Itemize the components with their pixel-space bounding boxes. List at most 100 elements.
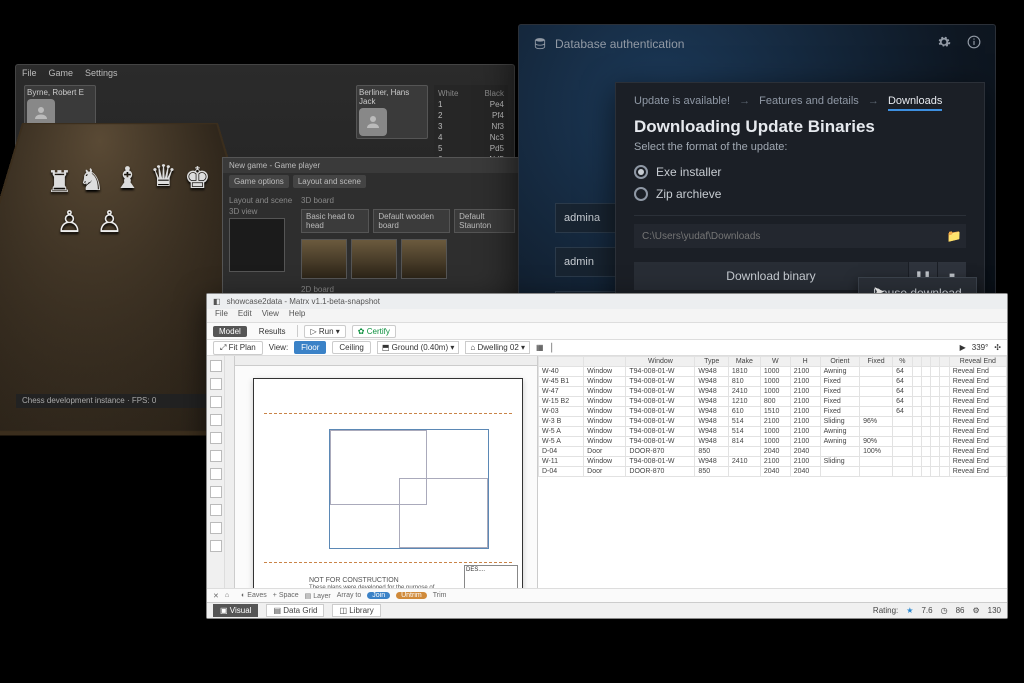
grid-cell[interactable]: 800 <box>760 397 790 407</box>
floor-plan[interactable] <box>329 429 489 549</box>
grid-cell[interactable]: W948 <box>695 407 728 417</box>
tool-wall[interactable] <box>210 414 222 426</box>
grid-cell[interactable]: 96% <box>860 417 893 427</box>
tab-results[interactable]: Results <box>253 326 292 337</box>
grid-cell[interactable]: 2040 <box>760 447 790 457</box>
fit-plan-button[interactable]: ⤢ Fit Plan <box>213 341 263 355</box>
grid-cell[interactable] <box>940 427 949 437</box>
bc-step-1[interactable]: Update is available! <box>634 95 730 107</box>
table-row[interactable]: W-03WindowT94-008-01-WW94861015102100Fix… <box>539 407 1007 417</box>
tool-window[interactable] <box>210 450 222 462</box>
grid-cell[interactable]: 64 <box>893 397 913 407</box>
grid-cell[interactable] <box>931 467 940 477</box>
grid-cell[interactable]: Sliding <box>820 457 860 467</box>
tool-dimension[interactable] <box>210 468 222 480</box>
grid-cell[interactable]: 1210 <box>728 397 760 407</box>
tab-layout-scene[interactable]: Layout and scene <box>293 175 366 188</box>
table-row[interactable]: W-47WindowT94-008-01-WW948241010002100Fi… <box>539 387 1007 397</box>
grid-header[interactable]: Fixed <box>860 357 893 367</box>
grid-cell[interactable]: T94-008-01-W <box>626 437 695 447</box>
view-ceiling[interactable]: Ceiling <box>332 341 370 354</box>
grid-cell[interactable]: Fixed <box>820 407 860 417</box>
grid-cell[interactable]: 810 <box>728 377 760 387</box>
grid-cell[interactable] <box>860 397 893 407</box>
table-row[interactable]: W-45 B1WindowT94-008-01-WW94881010002100… <box>539 377 1007 387</box>
grid-cell[interactable]: Awning <box>820 367 860 377</box>
grid-cell[interactable]: 610 <box>728 407 760 417</box>
tab-game-options[interactable]: Game options <box>229 175 289 188</box>
grid-cell[interactable]: DOOR-870 <box>626 447 695 457</box>
grid-cell[interactable]: 2100 <box>790 427 820 437</box>
grid-cell[interactable]: Reveal End <box>949 367 1006 377</box>
grid-cell[interactable] <box>912 387 921 397</box>
table-row[interactable]: D-04DoorDOOR-87085020402040100%Reveal En… <box>539 447 1007 457</box>
snap-icon[interactable]: │ <box>550 343 555 352</box>
grid-cell[interactable]: 64 <box>893 367 913 377</box>
grid-cell[interactable]: DOOR-870 <box>626 467 695 477</box>
grid-cell[interactable] <box>921 367 930 377</box>
view-floor[interactable]: Floor <box>294 341 326 354</box>
table-row[interactable]: W-11WindowT94-008-01-WW948241021002100Sl… <box>539 457 1007 467</box>
grid-cell[interactable] <box>940 417 949 427</box>
grid-cell[interactable]: 2100 <box>790 457 820 467</box>
grid-cell[interactable]: Fixed <box>820 377 860 387</box>
grid-cell[interactable] <box>940 467 949 477</box>
ctx-home-icon[interactable]: ⌂ <box>225 592 229 599</box>
grid-cell[interactable] <box>931 417 940 427</box>
grid-cell[interactable]: T94-008-01-W <box>626 427 695 437</box>
grid-cell[interactable]: 2410 <box>728 457 760 467</box>
grid-cell[interactable]: 850 <box>695 447 728 457</box>
move-row[interactable]: 3Nf3 <box>438 122 504 131</box>
grid-cell[interactable]: 1000 <box>760 437 790 447</box>
drawing-sheet[interactable]: NOT FOR CONSTRUCTION These plans were de… <box>253 378 523 588</box>
grid-cell[interactable] <box>940 447 949 457</box>
menu-game[interactable]: Game <box>49 68 74 78</box>
status-tab-library[interactable]: ◫ Library <box>332 604 380 617</box>
grid-cell[interactable]: 2410 <box>728 387 760 397</box>
board-thumb[interactable] <box>351 239 397 279</box>
grid-cell[interactable]: 850 <box>695 467 728 477</box>
grid-cell[interactable]: Door <box>584 447 626 457</box>
grid-cell[interactable]: Awning <box>820 437 860 447</box>
grid-cell[interactable] <box>921 467 930 477</box>
preset-dropdown[interactable]: Default Staunton <box>454 209 515 233</box>
layout-thumb[interactable] <box>229 218 285 272</box>
grid-header[interactable]: Window <box>626 357 695 367</box>
grid-cell[interactable]: Fixed <box>820 397 860 407</box>
grid-cell[interactable] <box>912 427 921 437</box>
grid-cell[interactable]: 64 <box>893 377 913 387</box>
grid-cell[interactable]: T94-008-01-W <box>626 377 695 387</box>
certify-button[interactable]: ✿ Certify <box>352 325 396 338</box>
data-grid[interactable]: WindowTypeMakeWHOrientFixed%Reveal End W… <box>537 356 1007 588</box>
tool-line[interactable] <box>210 378 222 390</box>
grid-cell[interactable] <box>931 447 940 457</box>
grid-cell[interactable] <box>940 407 949 417</box>
level-dropdown[interactable]: ⬒ Ground (0.40m) ▾ <box>377 341 460 354</box>
grid-table[interactable]: WindowTypeMakeWHOrientFixed%Reveal End W… <box>538 356 1007 477</box>
menu-edit[interactable]: Edit <box>238 309 252 322</box>
grid-cell[interactable]: W-03 <box>539 407 584 417</box>
grid-cell[interactable]: T94-008-01-W <box>626 457 695 467</box>
grid-cell[interactable]: T94-008-01-W <box>626 367 695 377</box>
board-thumb[interactable] <box>301 239 347 279</box>
grid-header[interactable] <box>921 357 930 367</box>
tool-select[interactable] <box>210 360 222 372</box>
grid-cell[interactable]: W948 <box>695 417 728 427</box>
grid-cell[interactable]: Reveal End <box>949 397 1006 407</box>
tab-model[interactable]: Model <box>213 326 247 337</box>
grid-cell[interactable]: W948 <box>695 377 728 387</box>
grid-cell[interactable]: Window <box>584 387 626 397</box>
menu-file[interactable]: File <box>22 68 37 78</box>
grid-cell[interactable]: Sliding <box>820 417 860 427</box>
grid-cell[interactable]: 2100 <box>790 367 820 377</box>
grid-cell[interactable]: Window <box>584 377 626 387</box>
menu-settings[interactable]: Settings <box>85 68 118 78</box>
download-path-input[interactable] <box>634 231 942 242</box>
grid-cell[interactable]: W-40 <box>539 367 584 377</box>
grid-cell[interactable]: 1810 <box>728 367 760 377</box>
grid-cell[interactable] <box>912 457 921 467</box>
grid-header[interactable]: Make <box>728 357 760 367</box>
table-row[interactable]: D-04DoorDOOR-87085020402040Reveal End <box>539 467 1007 477</box>
grid-cell[interactable]: 514 <box>728 417 760 427</box>
radio-exe[interactable]: Exe installer <box>634 161 966 183</box>
